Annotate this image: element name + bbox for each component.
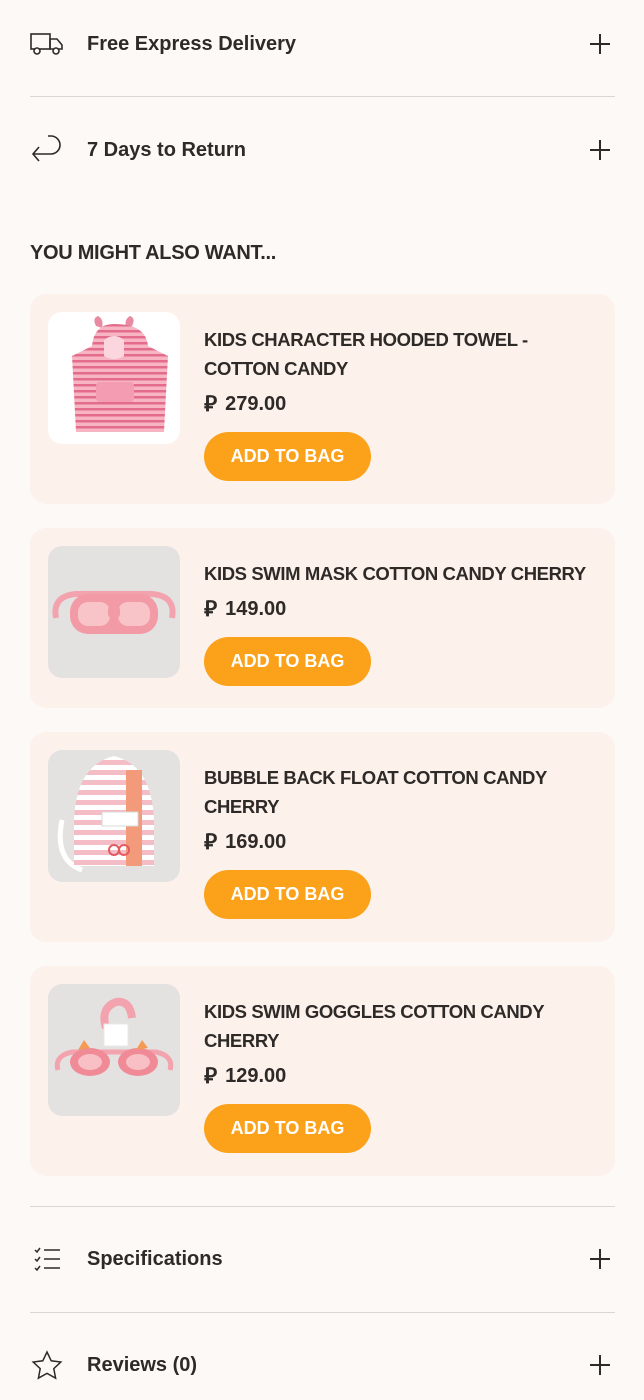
add-to-bag-button[interactable]: ADD TO BAG (204, 1104, 371, 1153)
product-price: ⃃ 169.00 (204, 828, 286, 856)
product-price: ⃃ 279.00 (204, 390, 286, 418)
add-to-bag-button[interactable]: ADD TO BAG (204, 637, 371, 686)
plus-icon[interactable] (589, 1248, 611, 1270)
price-value: 149.00 (225, 597, 287, 620)
product-price: ⃃ 149.00 (204, 595, 286, 623)
accordion-reviews[interactable]: Reviews (0) (30, 1335, 615, 1395)
product-card[interactable]: KIDS SWIM MASK COTTON CANDY CHERRY ⃃ 149… (30, 528, 615, 708)
product-card[interactable]: BUBBLE BACK FLOAT COTTON CANDY CHERRY ⃃ … (30, 732, 615, 942)
star-icon (30, 1348, 64, 1382)
price-value: 129.00 (225, 1064, 287, 1087)
return-arrow-icon (30, 133, 64, 167)
plus-icon[interactable] (589, 1354, 611, 1376)
product-price: ⃃ 129.00 (204, 1062, 286, 1090)
accordion-label: Reviews (0) (87, 1353, 198, 1376)
accordion-label: Free Express Delivery (87, 32, 297, 55)
accordion-specifications[interactable]: Specifications (30, 1229, 615, 1289)
add-to-bag-button[interactable]: ADD TO BAG (204, 870, 371, 919)
product-name[interactable]: KIDS SWIM GOGGLES COTTON CANDY CHERRY (204, 997, 604, 1055)
section-title: YOU MIGHT ALSO WANT... (30, 242, 276, 264)
divider (30, 1206, 615, 1207)
currency-symbol: ⃃ (204, 392, 218, 417)
divider (30, 96, 615, 97)
product-image-hooded-towel[interactable] (48, 312, 180, 444)
price-value: 169.00 (225, 830, 287, 853)
plus-icon[interactable] (589, 33, 611, 55)
accordion-label: 7 Days to Return (87, 138, 246, 161)
checklist-icon (30, 1242, 64, 1276)
product-card[interactable]: KIDS CHARACTER HOODED TOWEL - COTTON CAN… (30, 294, 615, 504)
divider (30, 1312, 615, 1313)
currency-symbol: ⃃ (204, 597, 218, 622)
plus-icon[interactable] (589, 139, 611, 161)
product-card[interactable]: KIDS SWIM GOGGLES COTTON CANDY CHERRY ⃃ … (30, 966, 615, 1176)
add-to-bag-button[interactable]: ADD TO BAG (204, 432, 371, 481)
product-name[interactable]: BUBBLE BACK FLOAT COTTON CANDY CHERRY (204, 763, 604, 821)
product-image-bubble-back-float[interactable] (48, 750, 180, 882)
currency-symbol: ⃃ (204, 1064, 218, 1089)
price-value: 279.00 (225, 392, 287, 415)
product-image-swim-goggles[interactable] (48, 984, 180, 1116)
accordion-7-days-to-return[interactable]: 7 Days to Return (30, 120, 615, 180)
product-name[interactable]: KIDS SWIM MASK COTTON CANDY CHERRY (204, 559, 604, 588)
product-image-swim-mask[interactable] (48, 546, 180, 678)
product-name[interactable]: KIDS CHARACTER HOODED TOWEL - COTTON CAN… (204, 325, 604, 383)
truck-icon (30, 27, 64, 61)
accordion-free-express-delivery[interactable]: Free Express Delivery (30, 14, 615, 74)
currency-symbol: ⃃ (204, 830, 218, 855)
accordion-label: Specifications (87, 1247, 223, 1270)
